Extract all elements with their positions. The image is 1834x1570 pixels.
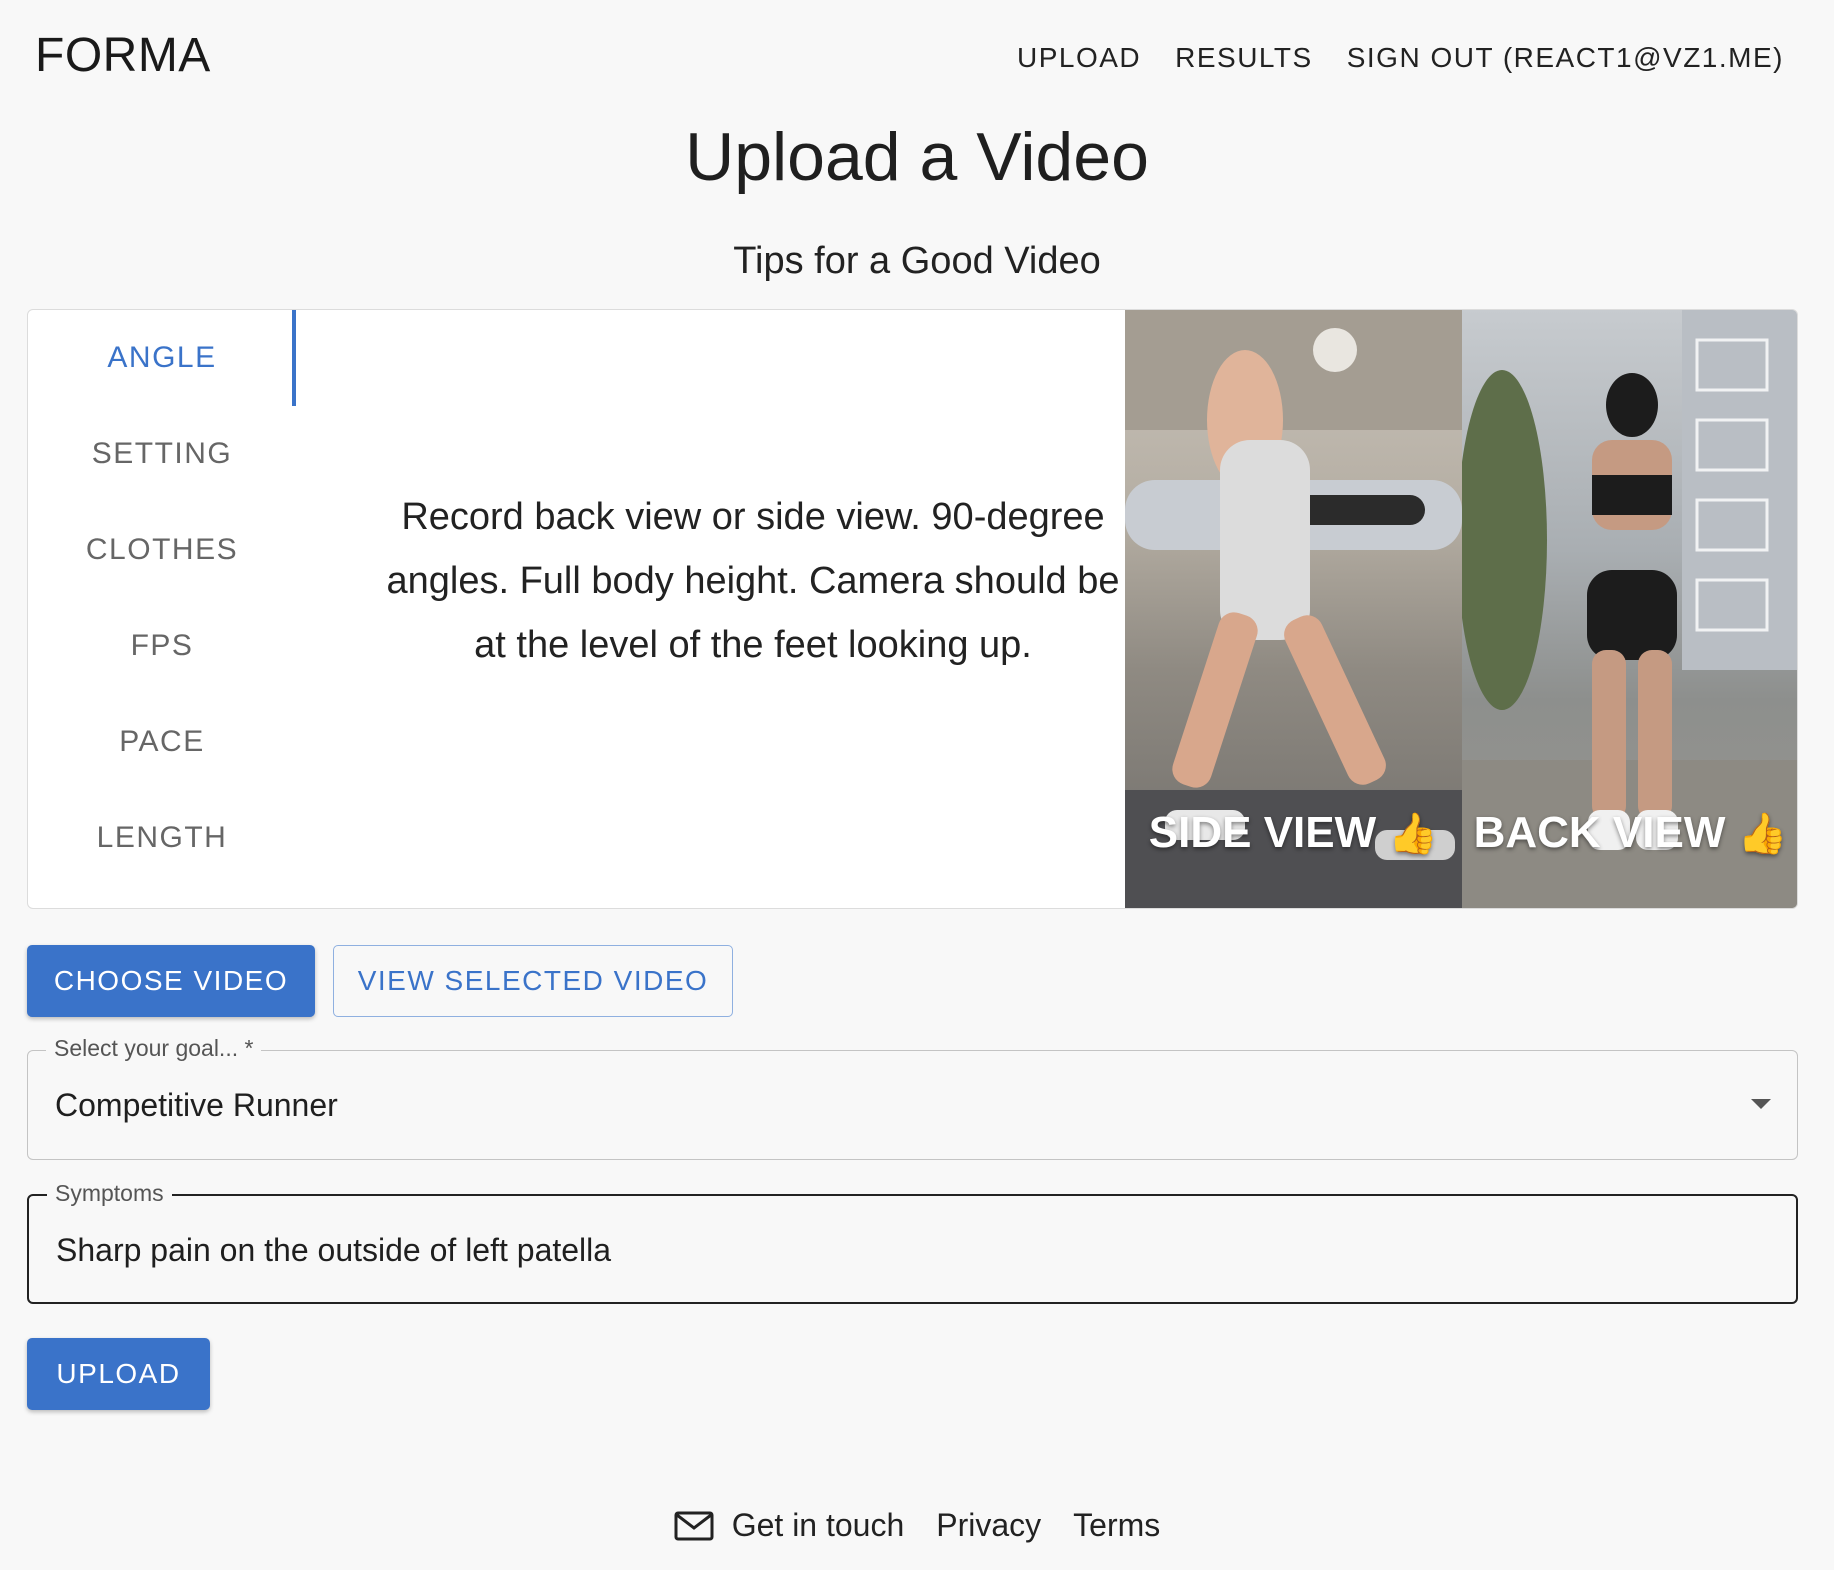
get-in-touch-link[interactable]: Get in touch: [674, 1507, 905, 1544]
get-in-touch-label: Get in touch: [731, 1507, 905, 1543]
symptoms-label: Symptoms: [47, 1180, 172, 1207]
nav-results-link[interactable]: RESULTS: [1175, 42, 1313, 74]
footer: Get in touch Privacy Terms: [0, 1507, 1834, 1544]
tips-card: ANGLE SETTING CLOTHES FPS PACE LENGTH Re…: [27, 309, 1798, 909]
tab-fps[interactable]: FPS: [28, 598, 296, 694]
back-view-photo: BACK VIEW 👍: [1462, 310, 1797, 908]
tab-angle[interactable]: ANGLE: [28, 310, 296, 406]
goal-select-label: Select your goal... *: [46, 1035, 262, 1062]
tips-tabs: ANGLE SETTING CLOTHES FPS PACE LENGTH: [28, 310, 296, 908]
brand-logo[interactable]: FORMA: [35, 28, 211, 83]
tab-pace[interactable]: PACE: [28, 694, 296, 790]
tips-heading: Tips for a Good Video: [733, 240, 1101, 282]
nav-upload-link[interactable]: UPLOAD: [1017, 42, 1141, 74]
side-view-photo: SIDE VIEW 👍: [1125, 310, 1462, 908]
top-nav: UPLOAD RESULTS SIGN OUT (REACT1@VZ1.ME): [1017, 42, 1784, 74]
thumbs-up-icon: 👍: [1388, 812, 1439, 856]
app-header: FORMA UPLOAD RESULTS SIGN OUT (REACT1@VZ…: [0, 0, 1834, 110]
choose-video-button[interactable]: CHOOSE VIDEO: [27, 945, 315, 1017]
back-view-label: BACK VIEW 👍: [1473, 808, 1788, 857]
tip-description: Record back view or side view. 90-degree…: [386, 496, 1120, 666]
upload-button[interactable]: UPLOAD: [27, 1338, 210, 1410]
dropdown-arrow-icon[interactable]: [1751, 1099, 1771, 1109]
goal-select-value[interactable]: Competitive Runner: [55, 1087, 338, 1124]
side-view-label: SIDE VIEW 👍: [1148, 808, 1439, 857]
page-title: Upload a Video: [685, 119, 1149, 195]
tab-setting[interactable]: SETTING: [28, 406, 296, 502]
nav-sign-out-link[interactable]: SIGN OUT (REACT1@VZ1.ME): [1347, 42, 1784, 74]
view-selected-video-button[interactable]: VIEW SELECTED VIDEO: [333, 945, 733, 1017]
example-photos: SIDE VIEW 👍 BACK VIEW 👍: [1125, 310, 1797, 908]
thumbs-up-icon: 👍: [1737, 812, 1788, 856]
terms-link[interactable]: Terms: [1073, 1507, 1160, 1544]
tab-length[interactable]: LENGTH: [28, 790, 296, 886]
symptoms-input[interactable]: Sharp pain on the outside of left patell…: [56, 1232, 611, 1269]
privacy-link[interactable]: Privacy: [936, 1507, 1041, 1544]
tab-clothes[interactable]: CLOTHES: [28, 502, 296, 598]
active-tab-indicator: [292, 310, 296, 406]
symptoms-field[interactable]: Symptoms Sharp pain on the outside of le…: [27, 1180, 1798, 1304]
goal-select[interactable]: Select your goal... * Competitive Runner: [27, 1035, 1798, 1160]
mail-icon: [674, 1511, 714, 1540]
